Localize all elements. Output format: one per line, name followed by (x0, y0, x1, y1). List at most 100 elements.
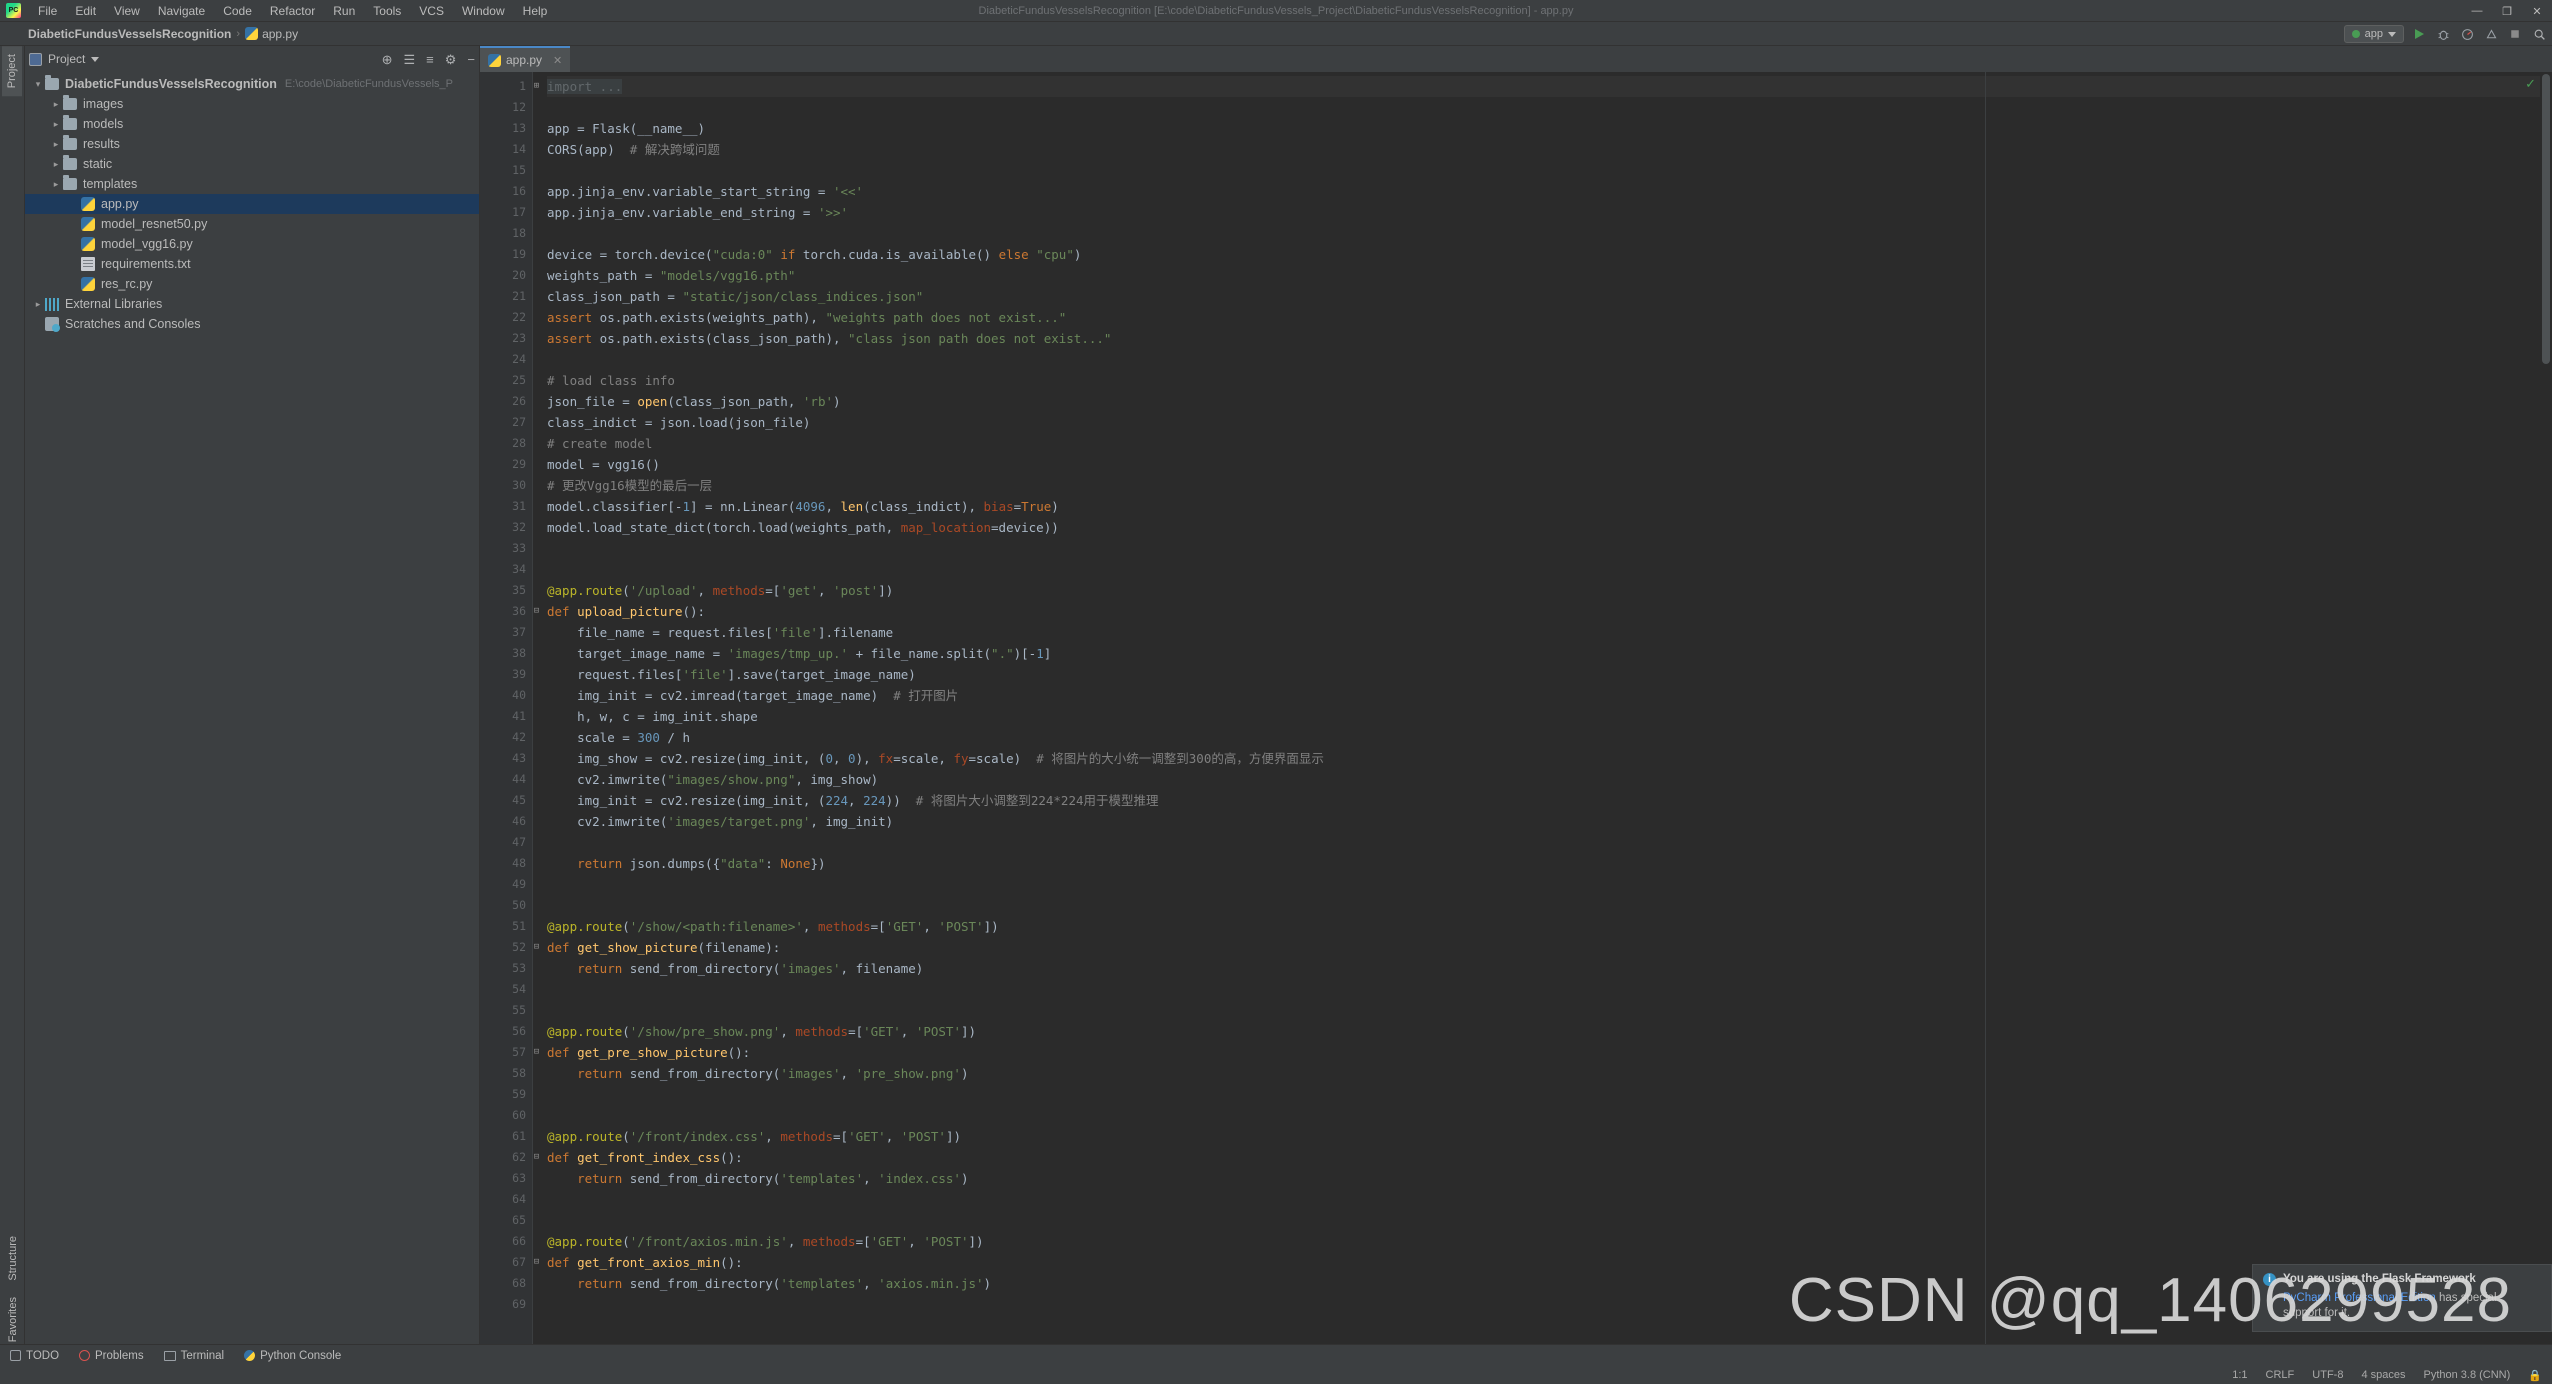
code-line[interactable]: model.classifier[-1] = nn.Linear(4096, l… (547, 496, 2552, 517)
line-number[interactable]: 57 ⊟ (480, 1042, 539, 1063)
tree-item-diabeticfundusvesselsrecognition[interactable]: DiabeticFundusVesselsRecognition E:\code\… (25, 74, 479, 94)
line-number[interactable]: 48 (480, 853, 532, 874)
line-number[interactable]: 24 (480, 349, 532, 370)
line-number[interactable]: 60 (480, 1105, 532, 1126)
code-line[interactable]: @app.route('/show/pre_show.png', methods… (547, 1021, 2552, 1042)
tree-item-model-resnet50-py[interactable]: model_resnet50.py (25, 214, 479, 234)
stop-button[interactable] (2506, 25, 2524, 43)
line-number[interactable]: 68 (480, 1273, 532, 1294)
code-line[interactable]: assert os.path.exists(weights_path), "we… (547, 307, 2552, 328)
code-line[interactable] (547, 160, 2552, 181)
code-line[interactable]: request.files['file'].save(target_image_… (547, 664, 2552, 685)
status-indent[interactable]: 4 spaces (2361, 1369, 2405, 1381)
line-number[interactable]: 26 (480, 391, 532, 412)
status-line-separator[interactable]: CRLF (2266, 1369, 2295, 1381)
line-number[interactable]: 63 (480, 1168, 532, 1189)
code-line[interactable]: class_indict = json.load(json_file) (547, 412, 2552, 433)
line-number[interactable]: 44 (480, 769, 532, 790)
breadcrumb-file[interactable]: app.py (245, 27, 298, 41)
fold-collapse-icon[interactable]: ⊟ (532, 1153, 541, 1162)
line-number[interactable]: 58 (480, 1063, 532, 1084)
tree-item-scratches-and-consoles[interactable]: Scratches and Consoles (25, 314, 479, 334)
line-number[interactable]: 52 ⊟ (480, 937, 539, 958)
line-number[interactable]: 38 (480, 643, 532, 664)
fold-collapse-icon[interactable]: ⊟ (532, 1258, 541, 1267)
line-number[interactable]: 35 (480, 580, 532, 601)
line-number[interactable]: 47 (480, 832, 532, 853)
line-number[interactable]: 22 (480, 307, 532, 328)
coverage-button[interactable] (2482, 25, 2500, 43)
line-number[interactable]: 65 (480, 1210, 532, 1231)
fold-collapse-icon[interactable]: ⊟ (532, 607, 541, 616)
line-number[interactable]: 25 (480, 370, 532, 391)
menu-file[interactable]: File (29, 1, 66, 21)
code-line[interactable] (547, 538, 2552, 559)
maximize-button[interactable]: ❐ (2492, 0, 2522, 22)
chevron-right-icon[interactable] (49, 139, 63, 150)
project-panel-title[interactable]: Project (29, 52, 100, 66)
line-number[interactable]: 55 (480, 1000, 532, 1021)
tree-item-static[interactable]: static (25, 154, 479, 174)
line-number[interactable]: 30 (480, 475, 532, 496)
line-number[interactable]: 56 (480, 1021, 532, 1042)
line-number[interactable]: 54 (480, 979, 532, 1000)
code-line[interactable]: app.jinja_env.variable_end_string = '>>' (547, 202, 2552, 223)
menu-window[interactable]: Window (453, 1, 514, 21)
code-line[interactable]: file_name = request.files['file'].filena… (547, 622, 2552, 643)
tree-item-models[interactable]: models (25, 114, 479, 134)
code-line[interactable]: h, w, c = img_init.shape (547, 706, 2552, 727)
code-line[interactable] (547, 1189, 2552, 1210)
code-line[interactable]: @app.route('/show/<path:filename>', meth… (547, 916, 2552, 937)
line-number[interactable]: 20 (480, 265, 532, 286)
close-button[interactable]: ✕ (2522, 0, 2552, 22)
line-number[interactable]: 14 (480, 139, 532, 160)
line-number[interactable]: 67 ⊟ (480, 1252, 539, 1273)
line-number[interactable]: 45 (480, 790, 532, 811)
run-configuration-selector[interactable]: app (2343, 25, 2404, 43)
line-number[interactable]: 51 (480, 916, 532, 937)
editor-scrollbar[interactable] (2540, 72, 2552, 1354)
fold-collapse-icon[interactable]: ⊟ (532, 1048, 541, 1057)
lock-icon[interactable]: 🔒 (2528, 1369, 2542, 1382)
project-tree[interactable]: DiabeticFundusVesselsRecognition E:\code\… (25, 72, 479, 1354)
menu-tools[interactable]: Tools (364, 1, 410, 21)
search-button[interactable] (2530, 25, 2548, 43)
tool-button-terminal[interactable]: Terminal (154, 1348, 234, 1364)
fold-expand-icon[interactable]: ⊞ (532, 82, 541, 91)
sidebar-tab-structure[interactable]: Structure (3, 1228, 23, 1289)
code-line[interactable]: def upload_picture(): (547, 601, 2552, 622)
expand-all-icon[interactable]: ☰ (404, 53, 416, 66)
line-number[interactable]: 61 (480, 1126, 532, 1147)
code-line[interactable] (547, 895, 2552, 916)
gear-icon[interactable]: ⚙ (445, 53, 457, 66)
line-number[interactable]: 19 (480, 244, 532, 265)
collapse-all-icon[interactable]: ≡ (426, 53, 434, 66)
line-number[interactable]: 31 (480, 496, 532, 517)
line-number[interactable]: 16 (480, 181, 532, 202)
line-number[interactable]: 37 (480, 622, 532, 643)
code-line[interactable]: img_show = cv2.resize(img_init, (0, 0), … (547, 748, 2552, 769)
line-number[interactable]: 39 (480, 664, 532, 685)
tree-item-images[interactable]: images (25, 94, 479, 114)
code-line[interactable]: # load class info (547, 370, 2552, 391)
editor-body[interactable]: 1 ⊞ 12 13 14 15 16 17 18 19 20 21 22 23 24 25 26 27 28 29 30… (480, 72, 2552, 1354)
menu-edit[interactable]: Edit (66, 1, 105, 21)
code-line[interactable]: img_init = cv2.imread(target_image_name)… (547, 685, 2552, 706)
minimize-button[interactable]: — (2462, 0, 2492, 22)
line-number[interactable]: 13 (480, 118, 532, 139)
scrollbar-thumb[interactable] (2542, 74, 2550, 364)
code-line[interactable] (547, 1084, 2552, 1105)
code-line[interactable]: assert os.path.exists(class_json_path), … (547, 328, 2552, 349)
code-line[interactable]: # create model (547, 433, 2552, 454)
locate-icon[interactable]: ⊕ (382, 53, 393, 66)
code-line[interactable]: CORS(app) # 解决跨域问题 (547, 139, 2552, 160)
debug-button[interactable] (2434, 25, 2452, 43)
code-line[interactable] (547, 349, 2552, 370)
line-number[interactable]: 62 ⊟ (480, 1147, 539, 1168)
line-number[interactable]: 29 (480, 454, 532, 475)
menu-vcs[interactable]: VCS (410, 1, 453, 21)
code-line[interactable]: import ... (547, 76, 2552, 97)
chevron-right-icon[interactable] (31, 299, 45, 310)
code-line[interactable] (547, 1105, 2552, 1126)
code-line[interactable] (547, 223, 2552, 244)
